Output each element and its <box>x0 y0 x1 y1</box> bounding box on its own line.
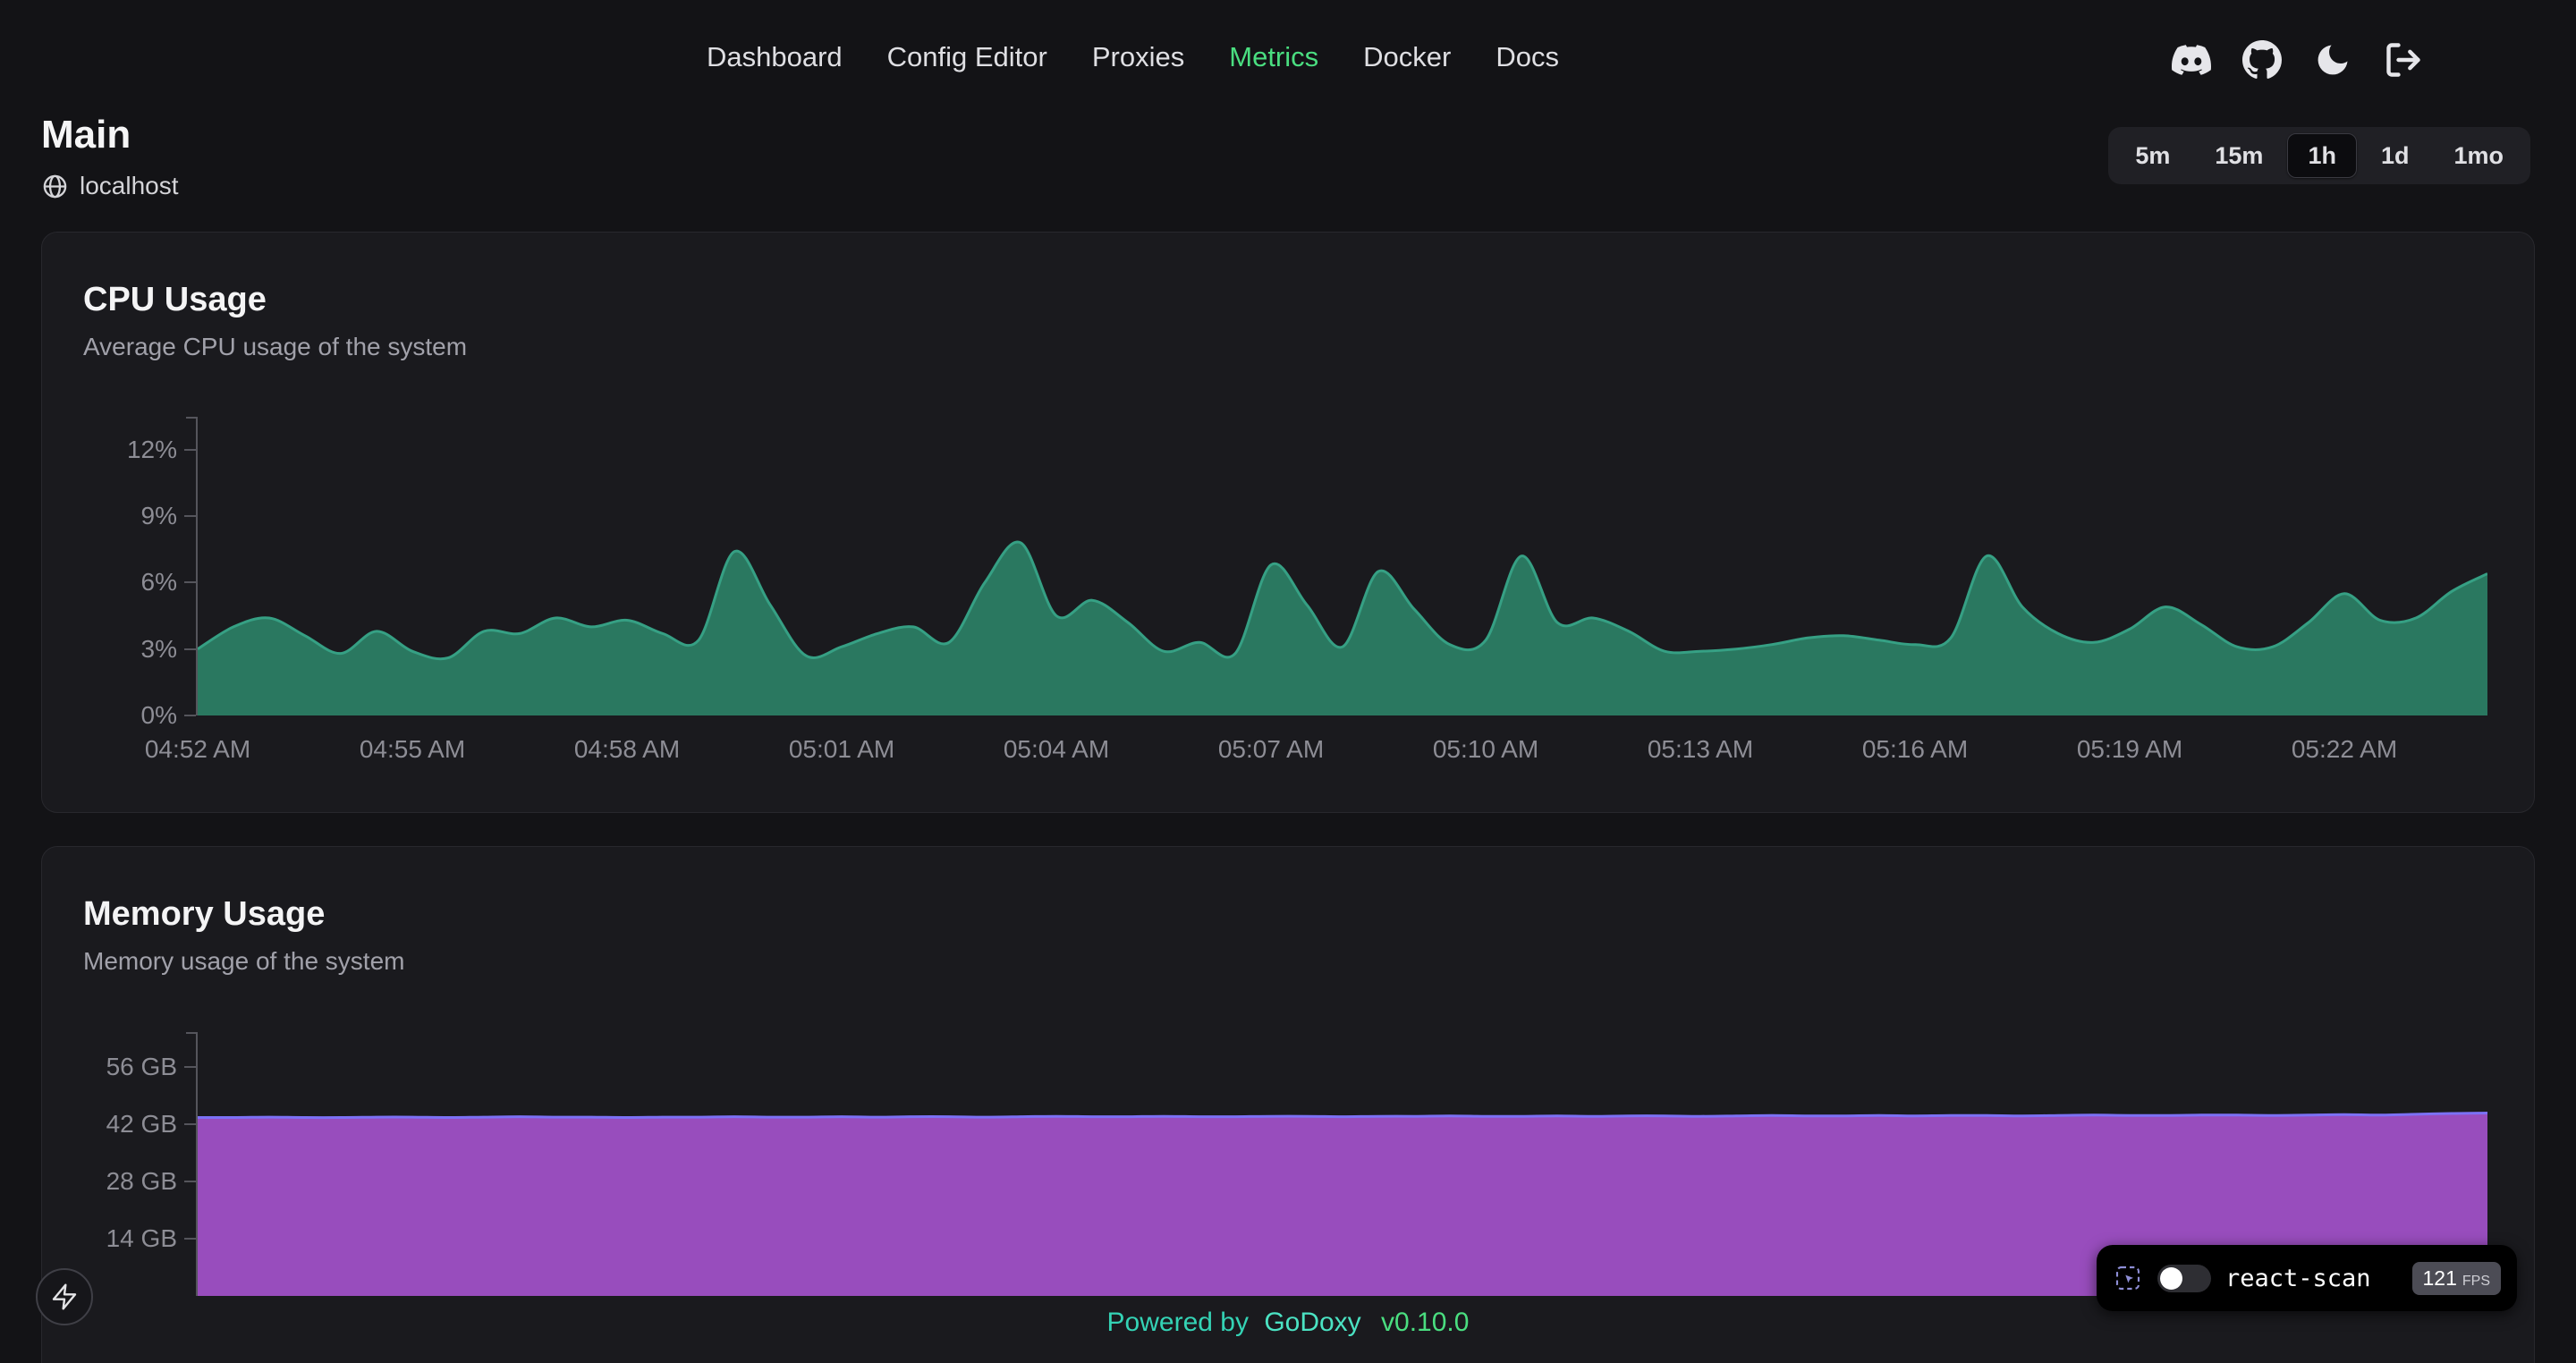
time-range-1d[interactable]: 1d <box>2360 133 2430 178</box>
cpu-chart: 12% 9% 6% 3% 0% 04:52 AM 04:55 AM 04:58 AM 05:0… <box>42 233 2534 814</box>
discord-icon[interactable] <box>2171 39 2212 80</box>
metrics-page: Dashboard Config Editor Proxies Metrics … <box>0 0 2576 1363</box>
cpu-area-plot <box>198 428 2487 715</box>
react-scan-label: react-scan <box>2225 1265 2398 1292</box>
memory-y-axis: 56 GB 42 GB 28 GB 14 GB <box>42 1043 196 1296</box>
x-axis-tick-label: 04:55 AM <box>360 735 465 764</box>
x-axis-tick-label: 05:19 AM <box>2077 735 2182 764</box>
x-axis-tick-label: 05:10 AM <box>1433 735 1538 764</box>
x-axis-tick-label: 05:01 AM <box>789 735 894 764</box>
fps-unit: FPS <box>2462 1274 2490 1290</box>
x-axis-tick-label: 05:16 AM <box>1862 735 1968 764</box>
top-nav: Dashboard Config Editor Proxies Metrics … <box>707 41 1559 73</box>
react-scan-toggle[interactable] <box>2157 1265 2211 1292</box>
time-range-selector: 5m 15m 1h 1d 1mo <box>2108 127 2530 184</box>
time-range-1h[interactable]: 1h <box>2287 133 2357 178</box>
x-axis-tick-label: 04:58 AM <box>574 735 680 764</box>
nav-item-config-editor[interactable]: Config Editor <box>887 41 1047 73</box>
footer-version: v0.10.0 <box>1381 1308 1469 1337</box>
fps-badge: 121 FPS <box>2412 1262 2502 1295</box>
y-axis-tick: 0% <box>141 701 196 730</box>
header-icon-group <box>2171 39 2424 80</box>
y-axis-tick: 9% <box>141 502 196 530</box>
host-label: localhost <box>80 172 179 200</box>
x-axis-tick-label: 05:04 AM <box>1004 735 1109 764</box>
react-scan-inspect-icon[interactable] <box>2113 1263 2143 1293</box>
fps-value: 121 <box>2423 1266 2457 1291</box>
toggle-knob <box>2160 1267 2182 1290</box>
x-axis-tick-label: 05:22 AM <box>2292 735 2397 764</box>
x-axis-tick-label: 05:13 AM <box>1648 735 1753 764</box>
y-axis-tick: 42 GB <box>106 1110 196 1139</box>
react-scan-widget[interactable]: react-scan 121 FPS <box>2097 1245 2517 1311</box>
time-range-5m[interactable]: 5m <box>2114 133 2190 178</box>
y-axis-tick: 56 GB <box>106 1053 196 1081</box>
quick-actions-button[interactable] <box>36 1268 93 1325</box>
time-range-15m[interactable]: 15m <box>2194 133 2284 178</box>
footer-brand-link[interactable]: GoDoxy <box>1264 1308 1360 1337</box>
footer-powered-by: Powered by <box>1107 1308 1249 1337</box>
logout-icon[interactable] <box>2383 39 2424 80</box>
github-icon[interactable] <box>2241 39 2283 80</box>
x-axis-tick-label: 04:52 AM <box>145 735 250 764</box>
nav-item-dashboard[interactable]: Dashboard <box>707 41 843 73</box>
nav-item-docker[interactable]: Docker <box>1363 41 1451 73</box>
y-axis-tick: 6% <box>141 568 196 597</box>
time-range-1mo[interactable]: 1mo <box>2433 133 2524 178</box>
y-axis-tick: 3% <box>141 635 196 664</box>
nav-item-docs[interactable]: Docs <box>1496 41 1559 73</box>
y-axis-tick: 14 GB <box>106 1224 196 1253</box>
x-axis-tick-label: 05:07 AM <box>1218 735 1324 764</box>
nav-item-metrics[interactable]: Metrics <box>1229 41 1318 73</box>
cpu-usage-card: CPU Usage Average CPU usage of the syste… <box>41 232 2535 813</box>
footer: Powered by GoDoxy v0.10.0 <box>0 1308 2576 1338</box>
zap-icon <box>50 1283 79 1311</box>
cpu-y-axis: 12%9%6%3%0% <box>42 428 196 715</box>
host-row: localhost <box>41 172 179 200</box>
nav-item-proxies[interactable]: Proxies <box>1092 41 1184 73</box>
cpu-x-axis: 04:52 AM04:55 AM04:58 AM05:01 AM05:04 AM… <box>198 735 2487 771</box>
moon-icon[interactable] <box>2312 39 2353 80</box>
page-title: Main <box>41 113 131 157</box>
y-axis-tick: 12% <box>127 436 196 464</box>
globe-icon <box>41 173 69 200</box>
y-axis-tick: 28 GB <box>106 1167 196 1196</box>
